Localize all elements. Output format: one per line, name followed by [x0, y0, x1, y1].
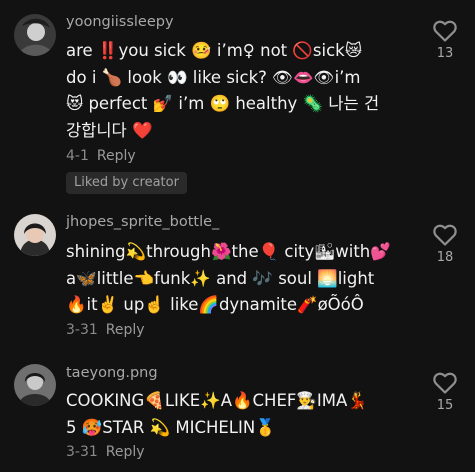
- like-count: 13: [436, 46, 454, 61]
- comment-meta: 3-31 Reply: [66, 444, 145, 460]
- comment-username[interactable]: jhopes_sprite_bottle_: [66, 214, 219, 230]
- avatar[interactable]: [14, 364, 56, 406]
- comment-text: are ‼️you sick 🤒 i’m♀ not 🚫sick😿 do i 🍗 …: [66, 41, 380, 140]
- comment-username[interactable]: yoongiissleepy: [66, 14, 174, 30]
- liked-by-creator-badge: Liked by creator: [66, 172, 187, 194]
- comment-date: 3-31: [66, 322, 98, 338]
- comment-date: 3-31: [66, 444, 98, 460]
- like-count: 18: [436, 250, 454, 265]
- like-button[interactable]: 15: [430, 372, 460, 413]
- avatar[interactable]: [14, 14, 56, 56]
- comment-text: COOKING🍕LIKE✨A🔥CHEF👨‍🍳IMA💃 5 🥵STAR 💫 MIC…: [66, 391, 368, 437]
- comment-text: shining💫through🌺the🎈 city🏙with💕 a🦋little…: [66, 242, 391, 314]
- like-button[interactable]: 13: [430, 20, 460, 61]
- heart-outline-icon: [433, 224, 457, 246]
- avatar[interactable]: [14, 214, 56, 256]
- comment-username[interactable]: taeyong.png: [66, 365, 158, 381]
- comment-meta: 3-31 Reply: [66, 322, 145, 338]
- heart-outline-icon: [433, 372, 457, 394]
- reply-button[interactable]: Reply: [106, 322, 145, 338]
- comment-meta: 4-1 Reply: [66, 148, 136, 164]
- reply-button[interactable]: Reply: [97, 148, 136, 164]
- like-button[interactable]: 18: [430, 224, 460, 265]
- heart-outline-icon: [433, 20, 457, 42]
- reply-button[interactable]: Reply: [106, 444, 145, 460]
- like-count: 15: [436, 398, 454, 413]
- comment-date: 4-1: [66, 148, 89, 164]
